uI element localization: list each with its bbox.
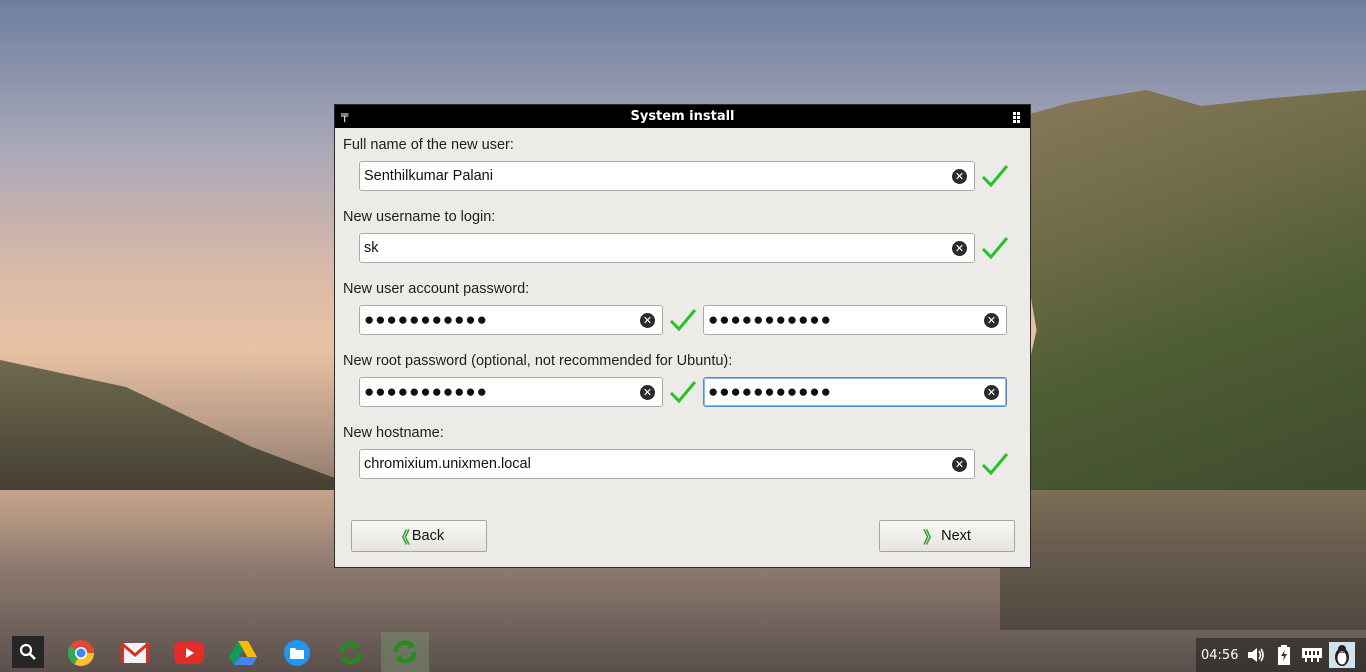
sync-app[interactable] — [336, 638, 366, 668]
user-password-label: New user account password: — [343, 281, 530, 297]
root-password-value: ●●●●●●●●●●● — [364, 382, 488, 401]
full-name-field[interactable]: Senthilkumar Palani ✕ — [359, 161, 975, 191]
root-password-confirm-field[interactable]: ●●●●●●●●●●● ✕ — [703, 377, 1007, 407]
hostname-value: chromixium.unixmen.local — [364, 456, 531, 472]
penguin-icon — [1335, 645, 1349, 666]
taskbar: 04:56 — [0, 632, 1366, 672]
pin-icon[interactable]: ╤ — [341, 108, 348, 122]
username-value: sk — [364, 240, 379, 256]
clear-icon[interactable]: ✕ — [984, 312, 999, 328]
dialog-title: System install — [630, 109, 735, 124]
hostname-label: New hostname: — [343, 425, 444, 441]
window-menu-icon[interactable] — [1013, 111, 1024, 123]
full-name-label: Full name of the new user: — [343, 137, 514, 153]
double-chevron-right-icon: 》 — [923, 528, 940, 547]
sync-icon — [340, 641, 362, 665]
drive-icon — [229, 641, 257, 665]
hostname-field[interactable]: chromixium.unixmen.local ✕ — [359, 449, 975, 479]
root-password-label: New root password (optional, not recomme… — [343, 353, 733, 369]
next-button[interactable]: 》 Next — [879, 520, 1015, 552]
clear-icon[interactable]: ✕ — [952, 240, 967, 256]
user-password-confirm-field[interactable]: ●●●●●●●●●●● ✕ — [703, 305, 1007, 335]
gmail-app[interactable] — [120, 638, 150, 668]
clear-icon[interactable]: ✕ — [640, 312, 655, 328]
sync-icon — [394, 640, 416, 664]
network-icon[interactable] — [1301, 644, 1323, 666]
user-password-confirm-value: ●●●●●●●●●●● — [708, 310, 832, 329]
check-icon — [981, 237, 1009, 260]
system-install-dialog: ╤ System install Full name of the new us… — [334, 104, 1031, 568]
wallpaper-reflection — [1000, 490, 1366, 630]
battery-icon[interactable] — [1273, 644, 1295, 666]
user-avatar[interactable] — [1329, 642, 1355, 668]
check-icon — [981, 165, 1009, 188]
files-icon — [284, 640, 310, 666]
app-launcher-button[interactable] — [12, 636, 44, 668]
volume-icon[interactable] — [1245, 644, 1267, 666]
double-chevron-left-icon: 《 — [393, 528, 410, 547]
root-password-field[interactable]: ●●●●●●●●●●● ✕ — [359, 377, 663, 407]
username-field[interactable]: sk ✕ — [359, 233, 975, 263]
chrome-icon — [67, 640, 95, 667]
back-button-label: Back — [411, 528, 445, 544]
check-icon — [981, 453, 1009, 476]
youtube-icon — [174, 642, 204, 664]
clear-icon[interactable]: ✕ — [640, 384, 655, 400]
drive-app[interactable] — [228, 638, 258, 668]
files-app[interactable] — [282, 638, 312, 668]
next-button-label: Next — [941, 528, 971, 544]
username-label: New username to login: — [343, 209, 496, 225]
user-password-value: ●●●●●●●●●●● — [364, 310, 488, 329]
clock[interactable]: 04:56 — [1201, 648, 1239, 663]
clear-icon[interactable]: ✕ — [984, 384, 999, 400]
user-password-field[interactable]: ●●●●●●●●●●● ✕ — [359, 305, 663, 335]
back-button[interactable]: 《 Back — [351, 520, 487, 552]
search-icon — [19, 643, 36, 660]
clear-icon[interactable]: ✕ — [952, 456, 967, 472]
chrome-app[interactable] — [66, 638, 96, 668]
gmail-icon — [120, 641, 150, 663]
full-name-value: Senthilkumar Palani — [364, 168, 493, 184]
sync-app-active[interactable] — [381, 632, 429, 672]
check-icon — [669, 309, 697, 332]
clear-icon[interactable]: ✕ — [952, 168, 967, 184]
youtube-app[interactable] — [174, 638, 204, 668]
system-tray[interactable]: 04:56 — [1196, 638, 1366, 672]
check-icon — [669, 381, 697, 404]
dialog-titlebar[interactable]: ╤ System install — [335, 105, 1030, 128]
wallpaper-cliff — [1000, 90, 1366, 490]
root-password-confirm-value: ●●●●●●●●●●● — [708, 382, 832, 401]
